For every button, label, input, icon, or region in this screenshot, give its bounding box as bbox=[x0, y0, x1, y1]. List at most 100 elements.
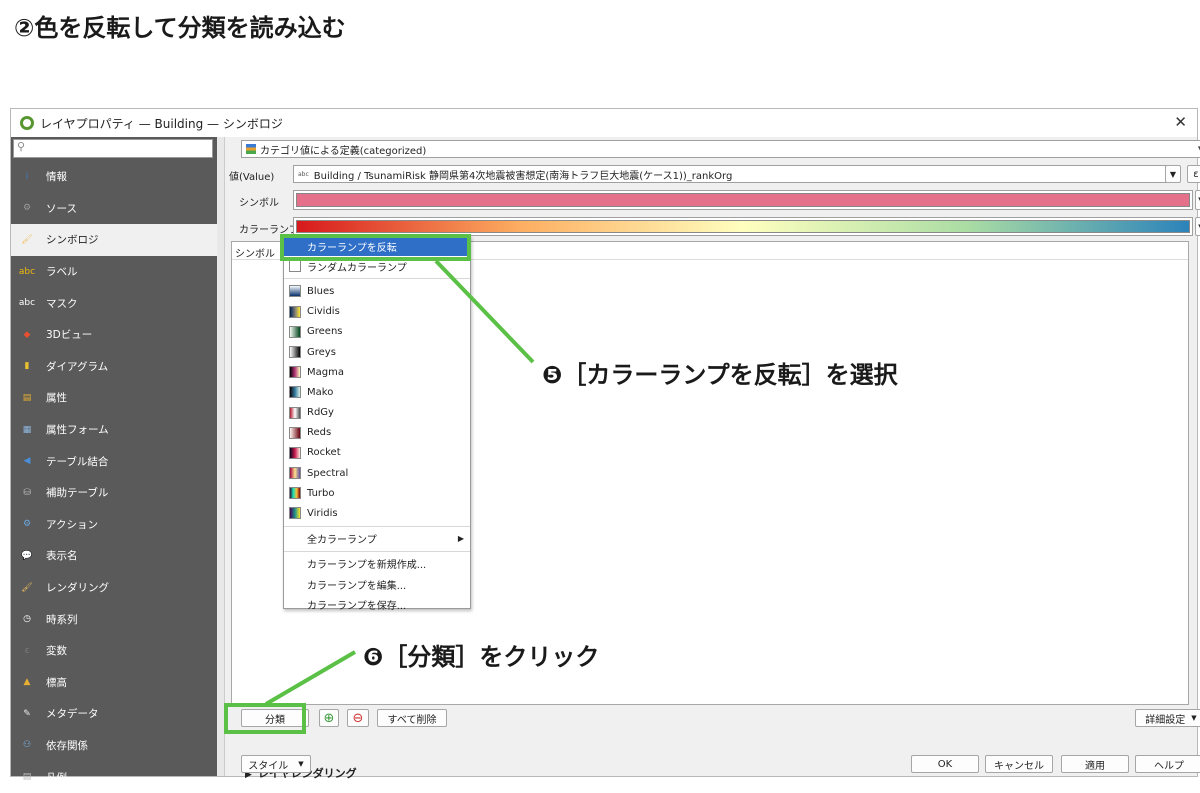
menu-item[interactable]: カラーランプを保存... bbox=[284, 594, 470, 614]
menu-item[interactable]: Reds bbox=[284, 423, 470, 443]
menu-item[interactable]: Greens bbox=[284, 322, 470, 342]
renderer-select[interactable]: カテゴリ値による定義(categorized) ▼ bbox=[241, 140, 1200, 158]
menu-item[interactable]: カラーランプを編集... bbox=[284, 574, 470, 594]
menu-item-label: Viridis bbox=[307, 508, 338, 520]
menu-item[interactable]: カラーランプを新規作成... bbox=[284, 554, 470, 574]
help-button[interactable]: ヘルプ bbox=[1135, 755, 1200, 773]
colorramp-swatch-icon bbox=[289, 426, 301, 439]
colorramp-swatch-icon bbox=[289, 366, 301, 379]
menu-item[interactable]: 全カラーランプ ▶ bbox=[284, 529, 470, 549]
menu-item-label: Turbo bbox=[307, 487, 335, 499]
sidebar-item[interactable]: abc マスク bbox=[11, 287, 217, 319]
chevron-down-icon: ▼ bbox=[1169, 169, 1177, 179]
dependencies-icon: ⚇ bbox=[22, 740, 32, 751]
sidebar-item-label: 属性フォーム bbox=[46, 424, 109, 437]
value-field-select[interactable]: abc Building / TsunamiRisk 静岡県第4次地震被害想定(… bbox=[293, 165, 1179, 183]
sidebar-item[interactable]: 🖌 シンボロジ bbox=[11, 224, 217, 256]
menu-item[interactable]: Viridis bbox=[284, 503, 470, 523]
menu-item[interactable]: Greys bbox=[284, 342, 470, 362]
sidebar-item[interactable]: 💬 表示名 bbox=[11, 540, 217, 572]
sidebar-splitter[interactable] bbox=[217, 137, 225, 776]
sidebar-item[interactable]: ◷ 時系列 bbox=[11, 603, 217, 635]
rendering-icon: 🖌 bbox=[21, 582, 33, 593]
sidebar-item[interactable]: abc ラベル bbox=[11, 256, 217, 288]
menu-item[interactable]: Turbo bbox=[284, 483, 470, 503]
menu-item[interactable]: Magma bbox=[284, 362, 470, 382]
sidebar-item[interactable]: ⛁ 補助テーブル bbox=[11, 477, 217, 509]
sidebar-item[interactable]: ▦ 属性フォーム bbox=[11, 414, 217, 446]
actions-icon: ⚙ bbox=[22, 519, 32, 530]
delete-all-button[interactable]: すべて削除 bbox=[377, 709, 447, 727]
sidebar-item-label: 情報 bbox=[46, 171, 67, 184]
colorramp-swatch-icon bbox=[289, 305, 301, 318]
menu-item[interactable]: Blues bbox=[284, 281, 470, 301]
colorramp-swatch-icon bbox=[289, 325, 301, 338]
add-class-button[interactable]: ⊕ bbox=[319, 709, 339, 727]
sidebar-item-label: 補助テーブル bbox=[46, 487, 109, 500]
sidebar-item-label: メタデータ bbox=[46, 708, 99, 721]
sidebar-item[interactable]: i 情報 bbox=[11, 161, 217, 193]
remove-class-button[interactable]: ⊖ bbox=[347, 709, 369, 727]
menu-item-label: Reds bbox=[307, 427, 332, 439]
menu-item[interactable]: Cividis bbox=[284, 302, 470, 322]
menu-item-label: RdGy bbox=[307, 407, 334, 419]
menu-item-label: Greens bbox=[307, 326, 343, 338]
colorramp-dropdown[interactable]: ▼ bbox=[1195, 217, 1200, 236]
window-title: レイヤプロパティ — Building — シンボロジ bbox=[40, 116, 283, 131]
sidebar-search-input[interactable]: ⚲ bbox=[13, 139, 213, 158]
advanced-button[interactable]: 詳細設定 ▼ bbox=[1135, 709, 1200, 727]
sidebar-item[interactable]: ◀ テーブル結合 bbox=[11, 445, 217, 477]
menu-item-label: Mako bbox=[307, 386, 334, 398]
sidebar-item[interactable]: ⚇ 依存関係 bbox=[11, 730, 217, 762]
sidebar-item[interactable]: ▤ 属性 bbox=[11, 382, 217, 414]
menu-item[interactable]: Rocket bbox=[284, 443, 470, 463]
ok-button[interactable]: OK bbox=[911, 755, 979, 773]
menu-item-label: Magma bbox=[307, 366, 344, 378]
sidebar-item[interactable]: ▮ ダイアグラム bbox=[11, 351, 217, 383]
cancel-button[interactable]: キャンセル bbox=[985, 755, 1053, 773]
menu-separator bbox=[284, 550, 470, 552]
menu-item-label: Rocket bbox=[307, 447, 341, 459]
symbol-label: シンボル bbox=[239, 198, 279, 209]
string-field-icon: abc bbox=[298, 170, 309, 178]
categorized-icon bbox=[246, 144, 256, 154]
sidebar-item[interactable]: ◆ 3Dビュー bbox=[11, 319, 217, 351]
expression-button[interactable]: ε bbox=[1187, 165, 1200, 183]
info-icon: i bbox=[25, 171, 29, 182]
sidebar-item-label: レンダリング bbox=[46, 582, 109, 595]
menu-item[interactable]: Spectral bbox=[284, 463, 470, 483]
symbol-button[interactable] bbox=[293, 190, 1193, 210]
menu-item[interactable]: RdGy bbox=[284, 403, 470, 423]
menu-item[interactable]: Mako bbox=[284, 382, 470, 402]
symbol-dropdown[interactable]: ▼ bbox=[1195, 190, 1200, 210]
sidebar-item-label: 標高 bbox=[46, 676, 67, 689]
apply-button[interactable]: 適用 bbox=[1061, 755, 1129, 773]
sidebar-item[interactable]: ε 変数 bbox=[11, 635, 217, 667]
colorramp-swatch-icon bbox=[289, 345, 301, 358]
colorramp-context-menu: カラーランプを反転 ランダムカラーランプ Blues Cividis Greens Gre… bbox=[283, 235, 471, 612]
sidebar-item[interactable]: 🖌 レンダリング bbox=[11, 572, 217, 604]
step6-annotation: ❻［分類］をクリック bbox=[363, 643, 600, 671]
colorramp-swatch-icon bbox=[289, 487, 301, 500]
menu-separator bbox=[284, 525, 470, 527]
colorramp-swatch-icon bbox=[289, 260, 301, 273]
sidebar-item-label: テーブル結合 bbox=[46, 455, 109, 468]
display-icon: 💬 bbox=[21, 550, 33, 561]
sidebar-item[interactable]: ⚙ アクション bbox=[11, 509, 217, 541]
attribute-form-icon: ▦ bbox=[22, 424, 32, 435]
sidebar-item[interactable]: ⚙ ソース bbox=[11, 193, 217, 225]
value-field-text: Building / TsunamiRisk 静岡県第4次地震被害想定(南海トラ… bbox=[313, 170, 733, 182]
close-icon[interactable]: ✕ bbox=[1174, 113, 1187, 131]
colorramp-swatch-icon bbox=[289, 406, 301, 419]
value-dropdown-button[interactable]: ▼ bbox=[1165, 165, 1181, 183]
chevron-down-icon: ▼ bbox=[298, 760, 304, 768]
join-icon: ◀ bbox=[23, 456, 31, 467]
sidebar-item[interactable]: ▤ 凡例 bbox=[11, 761, 217, 793]
sidebar-item[interactable]: ▲ 標高 bbox=[11, 667, 217, 699]
menu-item-label: Spectral bbox=[307, 467, 349, 479]
colorramp-swatch-icon bbox=[289, 446, 301, 459]
legend-icon: ▤ bbox=[22, 772, 32, 783]
style-button[interactable]: スタイル ▼ bbox=[241, 755, 311, 773]
sidebar-item[interactable]: ✎ メタデータ bbox=[11, 698, 217, 730]
sidebar-item-label: 凡例 bbox=[46, 771, 67, 784]
